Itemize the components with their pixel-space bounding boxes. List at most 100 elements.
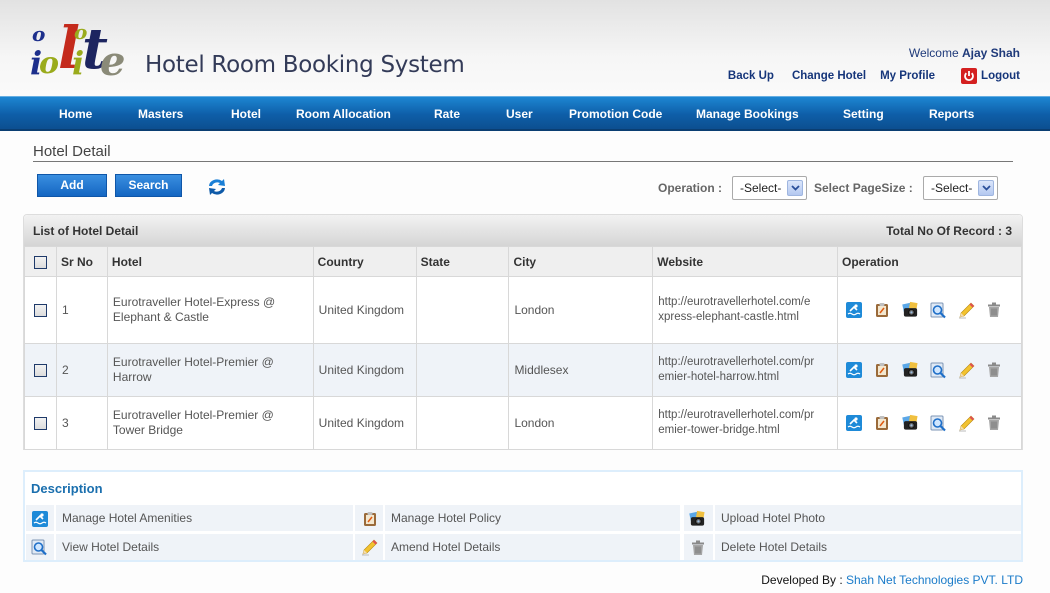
hotel-cell: Eurotraveller Hotel-Express @ Elephant &… xyxy=(106,276,314,344)
title-divider xyxy=(33,161,1013,162)
delete-icon[interactable] xyxy=(986,415,1003,432)
nav-rate[interactable]: Rate xyxy=(434,107,460,121)
photo-icon xyxy=(689,510,706,527)
operation-cell xyxy=(836,276,1023,344)
edit-icon[interactable] xyxy=(958,415,975,432)
hotel-table: Sr No Hotel Country State City Website O… xyxy=(24,246,1023,450)
hotel-cell: Eurotraveller Hotel-Premier @ Harrow xyxy=(106,343,314,397)
change-hotel-link[interactable]: Change Hotel xyxy=(792,70,866,82)
footer-prefix: Developed By : xyxy=(761,573,843,587)
view-icon[interactable] xyxy=(930,302,947,319)
delete-icon[interactable] xyxy=(986,302,1003,319)
user-name: Ajay Shah xyxy=(961,46,1020,60)
logout-button[interactable]: Logout xyxy=(961,68,1020,84)
desc-label-cell: Delete Hotel Details xyxy=(715,534,1021,560)
main-nav: Home Masters Hotel Room Allocation Rate … xyxy=(0,96,1050,131)
col-sr-no: Sr No xyxy=(55,246,108,277)
table-row: 3 Eurotraveller Hotel-Premier @ Tower Bri… xyxy=(24,396,1023,450)
list-header: List of Hotel Detail Total No Of Record … xyxy=(24,215,1022,246)
desc-delete-details: Delete Hotel Details xyxy=(721,540,828,554)
sr-no-cell: 3 xyxy=(55,396,108,450)
nav-user[interactable]: User xyxy=(506,107,533,121)
col-city: City xyxy=(508,246,654,277)
amenities-icon[interactable] xyxy=(846,415,863,432)
edit-icon[interactable] xyxy=(958,302,975,319)
nav-setting[interactable]: Setting xyxy=(843,107,884,121)
description-row: View Hotel Details Amend Hotel Details D… xyxy=(26,534,1021,560)
desc-manage-policy: Manage Hotel Policy xyxy=(391,511,502,525)
view-icon[interactable] xyxy=(930,362,947,379)
sr-no-cell: 2 xyxy=(55,343,108,397)
desc-label-cell: View Hotel Details xyxy=(56,534,353,560)
operation-cell xyxy=(836,343,1023,397)
app-title: Hotel Room Booking System xyxy=(145,52,465,78)
amenities-icon xyxy=(31,510,48,527)
operation-label: Operation : xyxy=(658,181,723,195)
nav-hotel[interactable]: Hotel xyxy=(231,107,261,121)
row-checkbox[interactable] xyxy=(34,303,47,317)
welcome-text: Welcome Ajay Shah xyxy=(909,46,1020,60)
amenities-icon[interactable] xyxy=(846,302,863,319)
top-links: Back Up Change Hotel My Profile Logout xyxy=(728,68,1020,84)
desc-icon-cell xyxy=(26,505,54,531)
my-profile-link[interactable]: My Profile xyxy=(880,70,935,82)
header: o i o l o i t e Hotel Room Booking Syste… xyxy=(0,0,1050,96)
select-all-cell xyxy=(24,246,57,277)
col-hotel: Hotel xyxy=(106,246,314,277)
checkbox-cell xyxy=(24,276,57,344)
view-icon xyxy=(31,539,48,556)
desc-manage-amenities: Manage Hotel Amenities xyxy=(62,511,193,525)
footer-company[interactable]: Shah Net Technologies PVT. LTD xyxy=(846,573,1023,587)
power-icon xyxy=(961,68,978,84)
page-title: Hotel Detail xyxy=(33,143,111,160)
state-cell xyxy=(415,343,510,397)
row-checkbox[interactable] xyxy=(34,416,47,430)
view-icon[interactable] xyxy=(930,415,947,432)
desc-label-cell: Manage Hotel Amenities xyxy=(56,505,353,531)
policy-icon[interactable] xyxy=(874,302,891,319)
add-button[interactable]: Add xyxy=(37,174,107,197)
country-cell: United Kingdom xyxy=(312,276,417,344)
nav-manage-bookings[interactable]: Manage Bookings xyxy=(696,107,799,121)
photo-icon[interactable] xyxy=(902,361,919,379)
delete-icon[interactable] xyxy=(986,362,1003,379)
col-website: Website xyxy=(652,246,838,277)
nav-room-allocation[interactable]: Room Allocation xyxy=(296,107,391,121)
row-checkbox[interactable] xyxy=(34,363,47,377)
desc-icon-cell xyxy=(355,534,383,560)
photo-icon[interactable] xyxy=(902,301,919,319)
state-cell xyxy=(415,396,510,450)
amenities-icon[interactable] xyxy=(846,362,863,379)
nav-promotion-code[interactable]: Promotion Code xyxy=(569,107,662,121)
desc-upload-photo: Upload Hotel Photo xyxy=(721,511,826,525)
nav-reports[interactable]: Reports xyxy=(929,107,974,121)
refresh-icon[interactable] xyxy=(206,177,228,197)
photo-icon[interactable] xyxy=(902,414,919,432)
operation-select[interactable]: -Select- xyxy=(732,176,807,200)
chevron-down-icon xyxy=(978,180,994,196)
pagesize-select[interactable]: -Select- xyxy=(923,176,998,200)
footer: Developed By : Shah Net Technologies PVT… xyxy=(761,573,1023,587)
logo: o i o l o i t e xyxy=(30,14,126,85)
policy-icon[interactable] xyxy=(874,415,891,432)
delete-icon xyxy=(689,539,706,556)
policy-icon[interactable] xyxy=(874,362,891,379)
policy-icon xyxy=(361,510,378,527)
website-cell: http://eurotravellerhotel.com/express-el… xyxy=(652,276,838,344)
pagesize-select-value: -Select- xyxy=(931,181,973,195)
desc-amend-details: Amend Hotel Details xyxy=(391,540,501,554)
state-cell xyxy=(415,276,510,344)
hotel-cell: Eurotraveller Hotel-Premier @ Tower Brid… xyxy=(106,396,314,450)
nav-masters[interactable]: Masters xyxy=(138,107,183,121)
operation-icons xyxy=(843,361,1021,379)
table-row: 1 Eurotraveller Hotel-Express @ Elephant … xyxy=(24,276,1023,344)
nav-home[interactable]: Home xyxy=(59,107,92,121)
select-all-checkbox[interactable] xyxy=(34,255,47,269)
logout-link[interactable]: Logout xyxy=(981,70,1020,82)
list-title: List of Hotel Detail xyxy=(33,224,139,238)
checkbox-cell xyxy=(24,343,57,397)
backup-link[interactable]: Back Up xyxy=(728,70,774,82)
edit-icon[interactable] xyxy=(958,362,975,379)
search-button[interactable]: Search xyxy=(115,174,182,197)
city-cell: London xyxy=(508,396,654,450)
